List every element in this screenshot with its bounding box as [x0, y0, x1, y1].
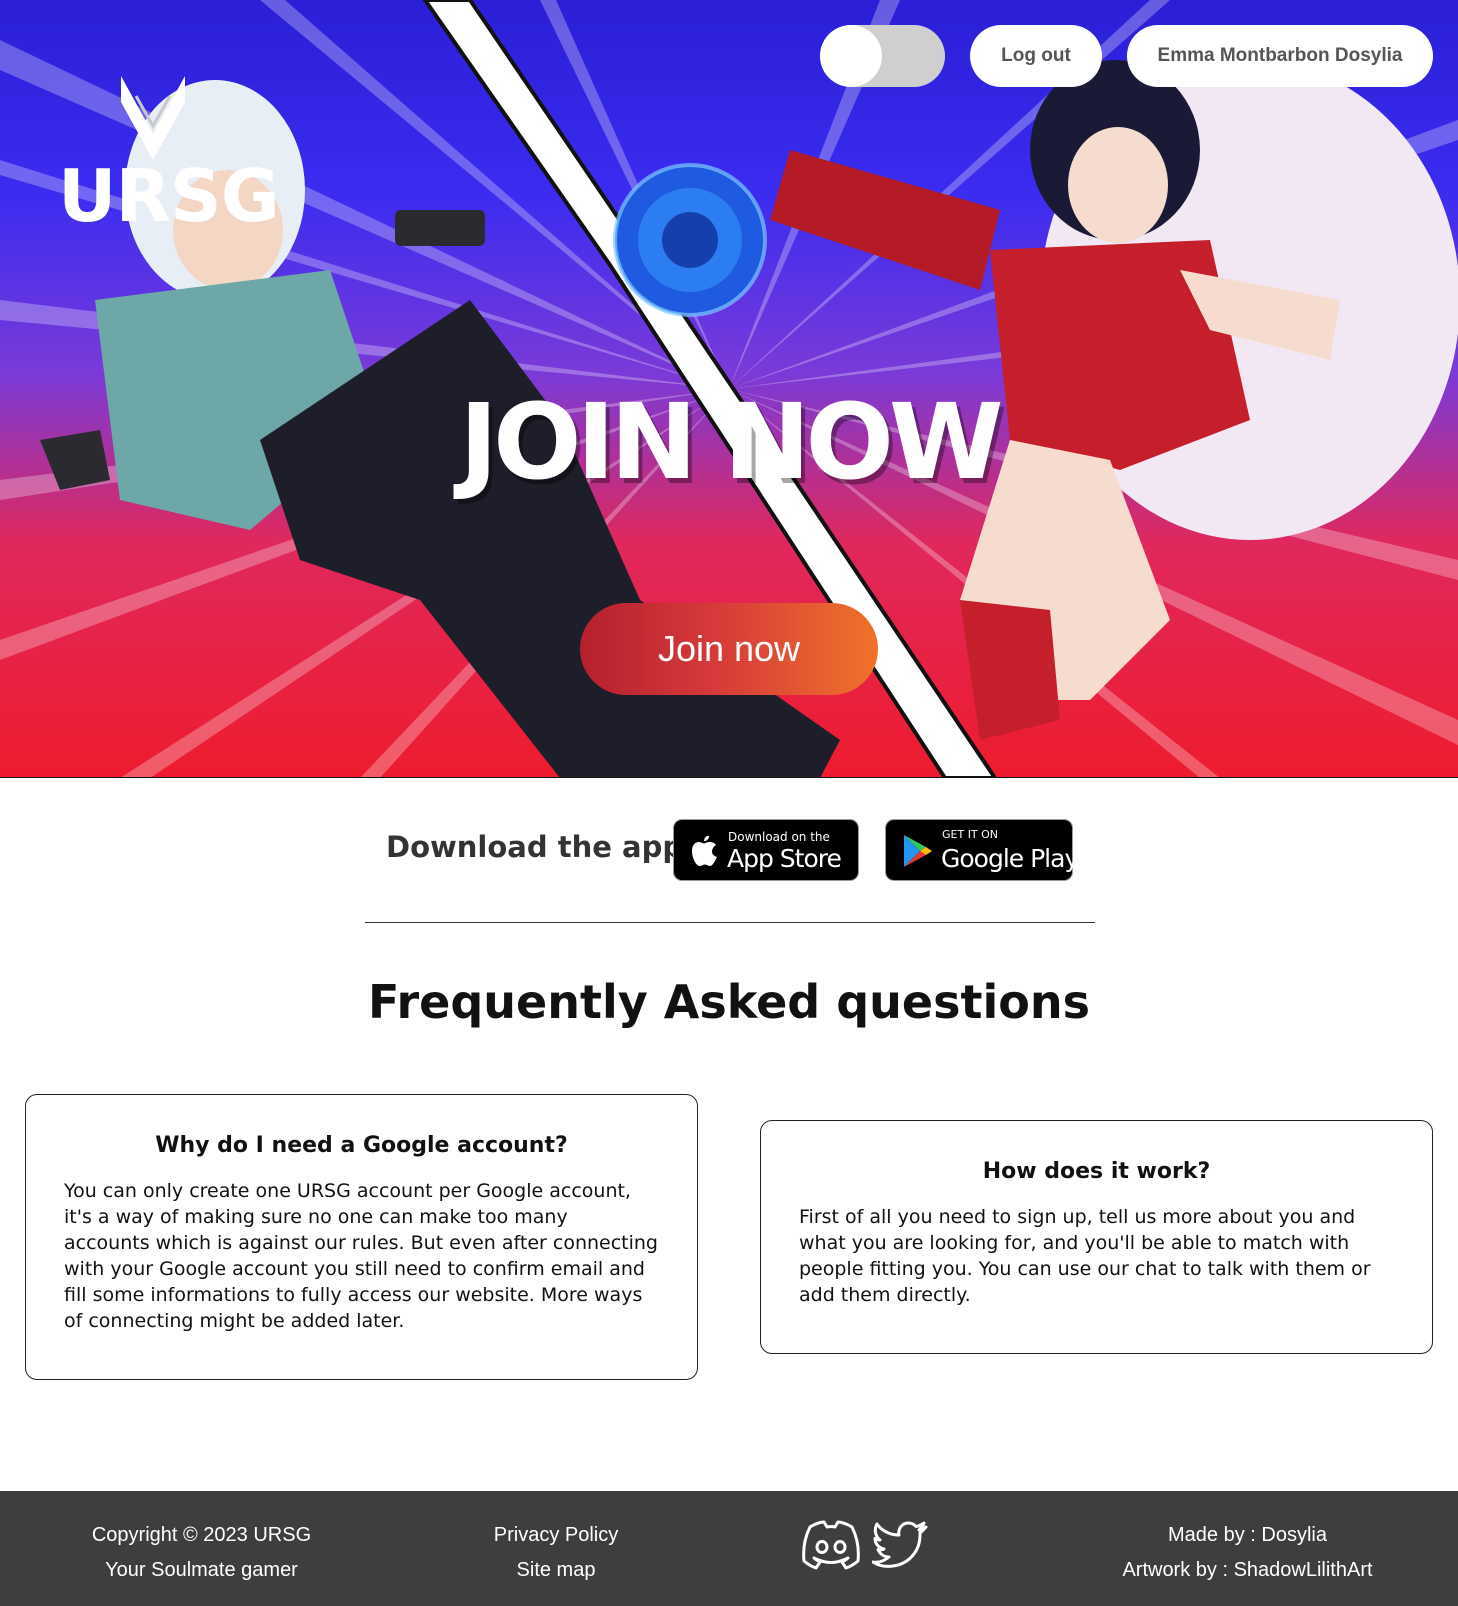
artwork-by-text: Artwork by : ShadowLilithArt — [1122, 1559, 1373, 1581]
faq-card: Why do I need a Google account? You can … — [25, 1094, 698, 1380]
theme-toggle[interactable] — [820, 25, 945, 87]
apple-icon — [692, 835, 717, 866]
ursg-logo[interactable]: URSG — [58, 76, 280, 238]
footer-links-column: Privacy Policy Site map — [470, 1518, 642, 1588]
made-by-text: Made by : Dosylia — [1168, 1524, 1327, 1546]
download-app-label: Download the app — [386, 830, 684, 864]
site-footer: Copyright © 2023 URSG Your Soulmate game… — [0, 1491, 1458, 1606]
copyright-text: Copyright © 2023 URSG — [91, 1524, 312, 1546]
tagline-text: Your Soulmate gamer — [105, 1559, 298, 1581]
google-play-badge[interactable]: GET IT ON Google Play — [885, 819, 1079, 881]
faq-question: How does it work? — [982, 1159, 1211, 1184]
discord-icon[interactable] — [800, 1519, 862, 1571]
ursg-chevron-icon — [121, 76, 185, 160]
app-store-big-text: App Store — [727, 844, 842, 873]
privacy-policy-link[interactable]: Privacy Policy — [470, 1518, 642, 1553]
google-play-big-text: Google Play — [941, 844, 1079, 873]
faq-answer: First of all you need to sign up, tell u… — [799, 1206, 1371, 1306]
faq-question: Why do I need a Google account? — [155, 1133, 568, 1158]
brand-name: URSG — [58, 154, 280, 238]
profile-button[interactable]: Emma Montbarbon Dosylia — [1127, 25, 1433, 87]
faq-title: Frequently Asked questions — [368, 975, 1090, 1029]
google-play-small-text: GET IT ON — [942, 828, 999, 841]
faq-card: How does it work? First of all you need … — [760, 1120, 1433, 1354]
google-play-icon — [904, 835, 932, 867]
hero-banner: URSG Log out Emma Montbarbon Dosylia JOI… — [0, 0, 1458, 778]
hero-title: JOIN NOW — [459, 381, 1003, 503]
twitter-icon[interactable] — [872, 1519, 930, 1571]
app-store-small-text: Download on the — [728, 830, 830, 844]
footer-credits-column: Made by : Dosylia Artwork by : ShadowLil… — [1095, 1518, 1400, 1588]
join-now-button[interactable]: Join now — [580, 603, 878, 695]
footer-copyright-column: Copyright © 2023 URSG Your Soulmate game… — [80, 1518, 323, 1588]
app-store-badge[interactable]: Download on the App Store — [673, 819, 859, 881]
logout-button[interactable]: Log out — [970, 25, 1102, 87]
faq-answer: You can only create one URSG account per… — [64, 1180, 658, 1332]
section-divider — [365, 922, 1095, 923]
site-map-link[interactable]: Site map — [470, 1553, 642, 1588]
toggle-knob — [820, 25, 882, 87]
